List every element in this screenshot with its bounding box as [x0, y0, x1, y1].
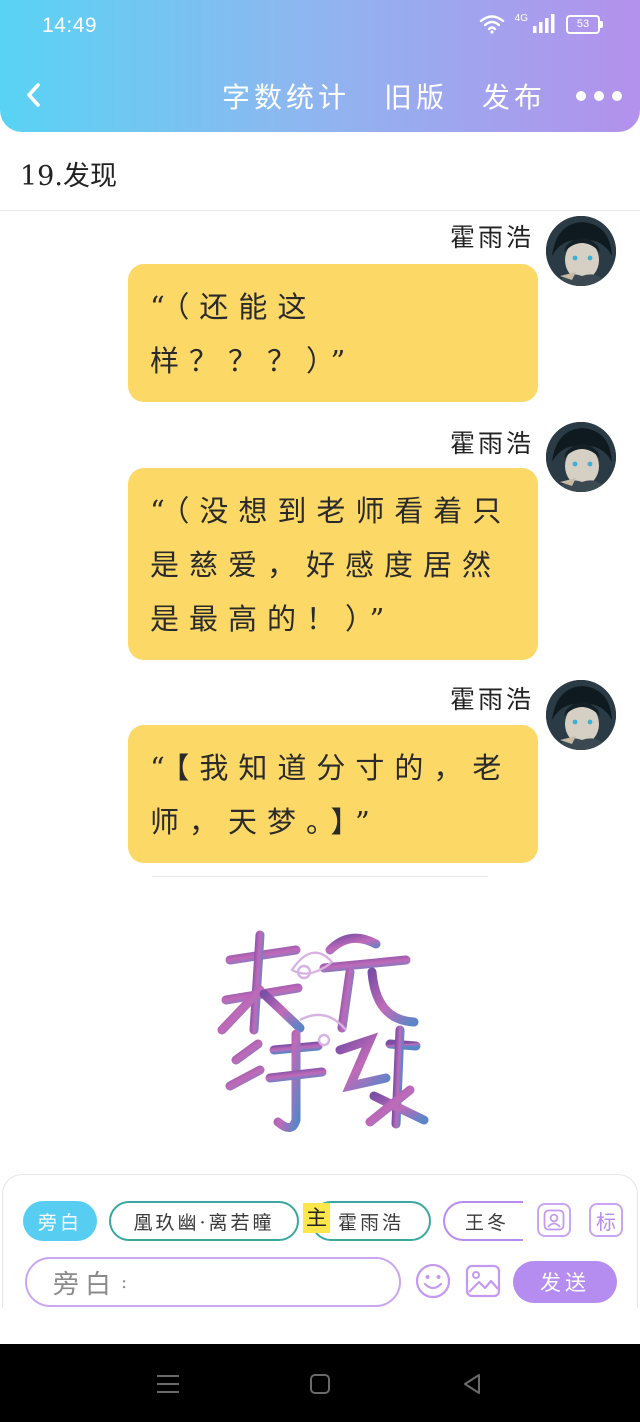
input-placeholder-colon: : — [121, 1271, 134, 1293]
avatar[interactable] — [546, 216, 616, 286]
input-role-label: 旁白 — [53, 1269, 118, 1300]
divider — [0, 210, 640, 211]
nav-home-button[interactable] — [306, 1370, 334, 1398]
message-bubble[interactable]: “（没想到老师看着只是慈爱，好感度居然是最高的！）” — [128, 468, 538, 660]
composer-panel: 旁白 凰玖幽·离若瞳 霍雨浩 王冬 主 标 旁白 : 发送 — [2, 1174, 638, 1309]
signal-icon — [532, 14, 556, 34]
role-manage-button[interactable] — [537, 1203, 571, 1237]
divider — [152, 876, 488, 877]
message-bubble[interactable]: “【我知道分寸的，老师，天梦。】” — [128, 725, 538, 863]
emoji-button[interactable] — [415, 1263, 451, 1299]
triangle-back-icon — [464, 1374, 480, 1394]
to-be-continued-image — [200, 910, 440, 1150]
square-home-icon — [310, 1374, 330, 1394]
old-version-button[interactable]: 旧版 — [384, 76, 448, 116]
top-header: 14:49 4G 53 字数统计 旧版 发布 — [0, 0, 640, 132]
main-character-badge: 主 — [303, 1203, 330, 1233]
speaker-name: 霍雨浩 — [449, 429, 534, 458]
character-chip[interactable]: 凰玖幽·离若瞳 — [109, 1201, 299, 1241]
system-nav-bar — [0, 1344, 640, 1422]
tag-button[interactable]: 标 — [589, 1203, 623, 1237]
avatar[interactable] — [546, 422, 616, 492]
network-type: 4G — [514, 12, 528, 24]
message-input[interactable]: 旁白 : — [25, 1257, 401, 1307]
back-button[interactable] — [18, 78, 48, 112]
message-bubble[interactable]: “（还能这样？？？）” — [128, 264, 538, 402]
nav-back-button[interactable] — [458, 1370, 486, 1398]
wifi-icon — [479, 14, 505, 34]
speaker-name: 霍雨浩 — [449, 223, 534, 252]
user-card-icon — [543, 1209, 565, 1231]
character-chip[interactable]: 王冬 — [443, 1201, 523, 1241]
chapter-title[interactable]: 19.发现 — [20, 154, 117, 193]
more-dots-icon[interactable] — [576, 91, 622, 101]
chevron-left-icon — [27, 83, 40, 107]
image-button[interactable] — [465, 1263, 501, 1299]
header-actions: 字数统计 旧版 发布 — [222, 76, 622, 116]
menu-lines-icon — [157, 1375, 179, 1393]
status-time: 14:49 — [42, 14, 98, 37]
speaker-name: 霍雨浩 — [449, 685, 534, 714]
character-chip-narration[interactable]: 旁白 — [23, 1201, 97, 1241]
smiley-icon — [415, 1263, 451, 1299]
image-icon — [465, 1264, 501, 1298]
word-count-button[interactable]: 字数统计 — [222, 76, 350, 116]
battery-icon: 53 — [566, 14, 603, 34]
publish-button[interactable]: 发布 — [482, 76, 546, 116]
character-selector: 旁白 凰玖幽·离若瞳 霍雨浩 王冬 — [23, 1201, 535, 1241]
composer-spacer — [0, 1308, 640, 1344]
avatar[interactable] — [546, 680, 616, 750]
status-icons: 4G 53 — [479, 12, 603, 34]
nav-menu-button[interactable] — [154, 1370, 182, 1398]
send-button[interactable]: 发送 — [513, 1261, 617, 1303]
